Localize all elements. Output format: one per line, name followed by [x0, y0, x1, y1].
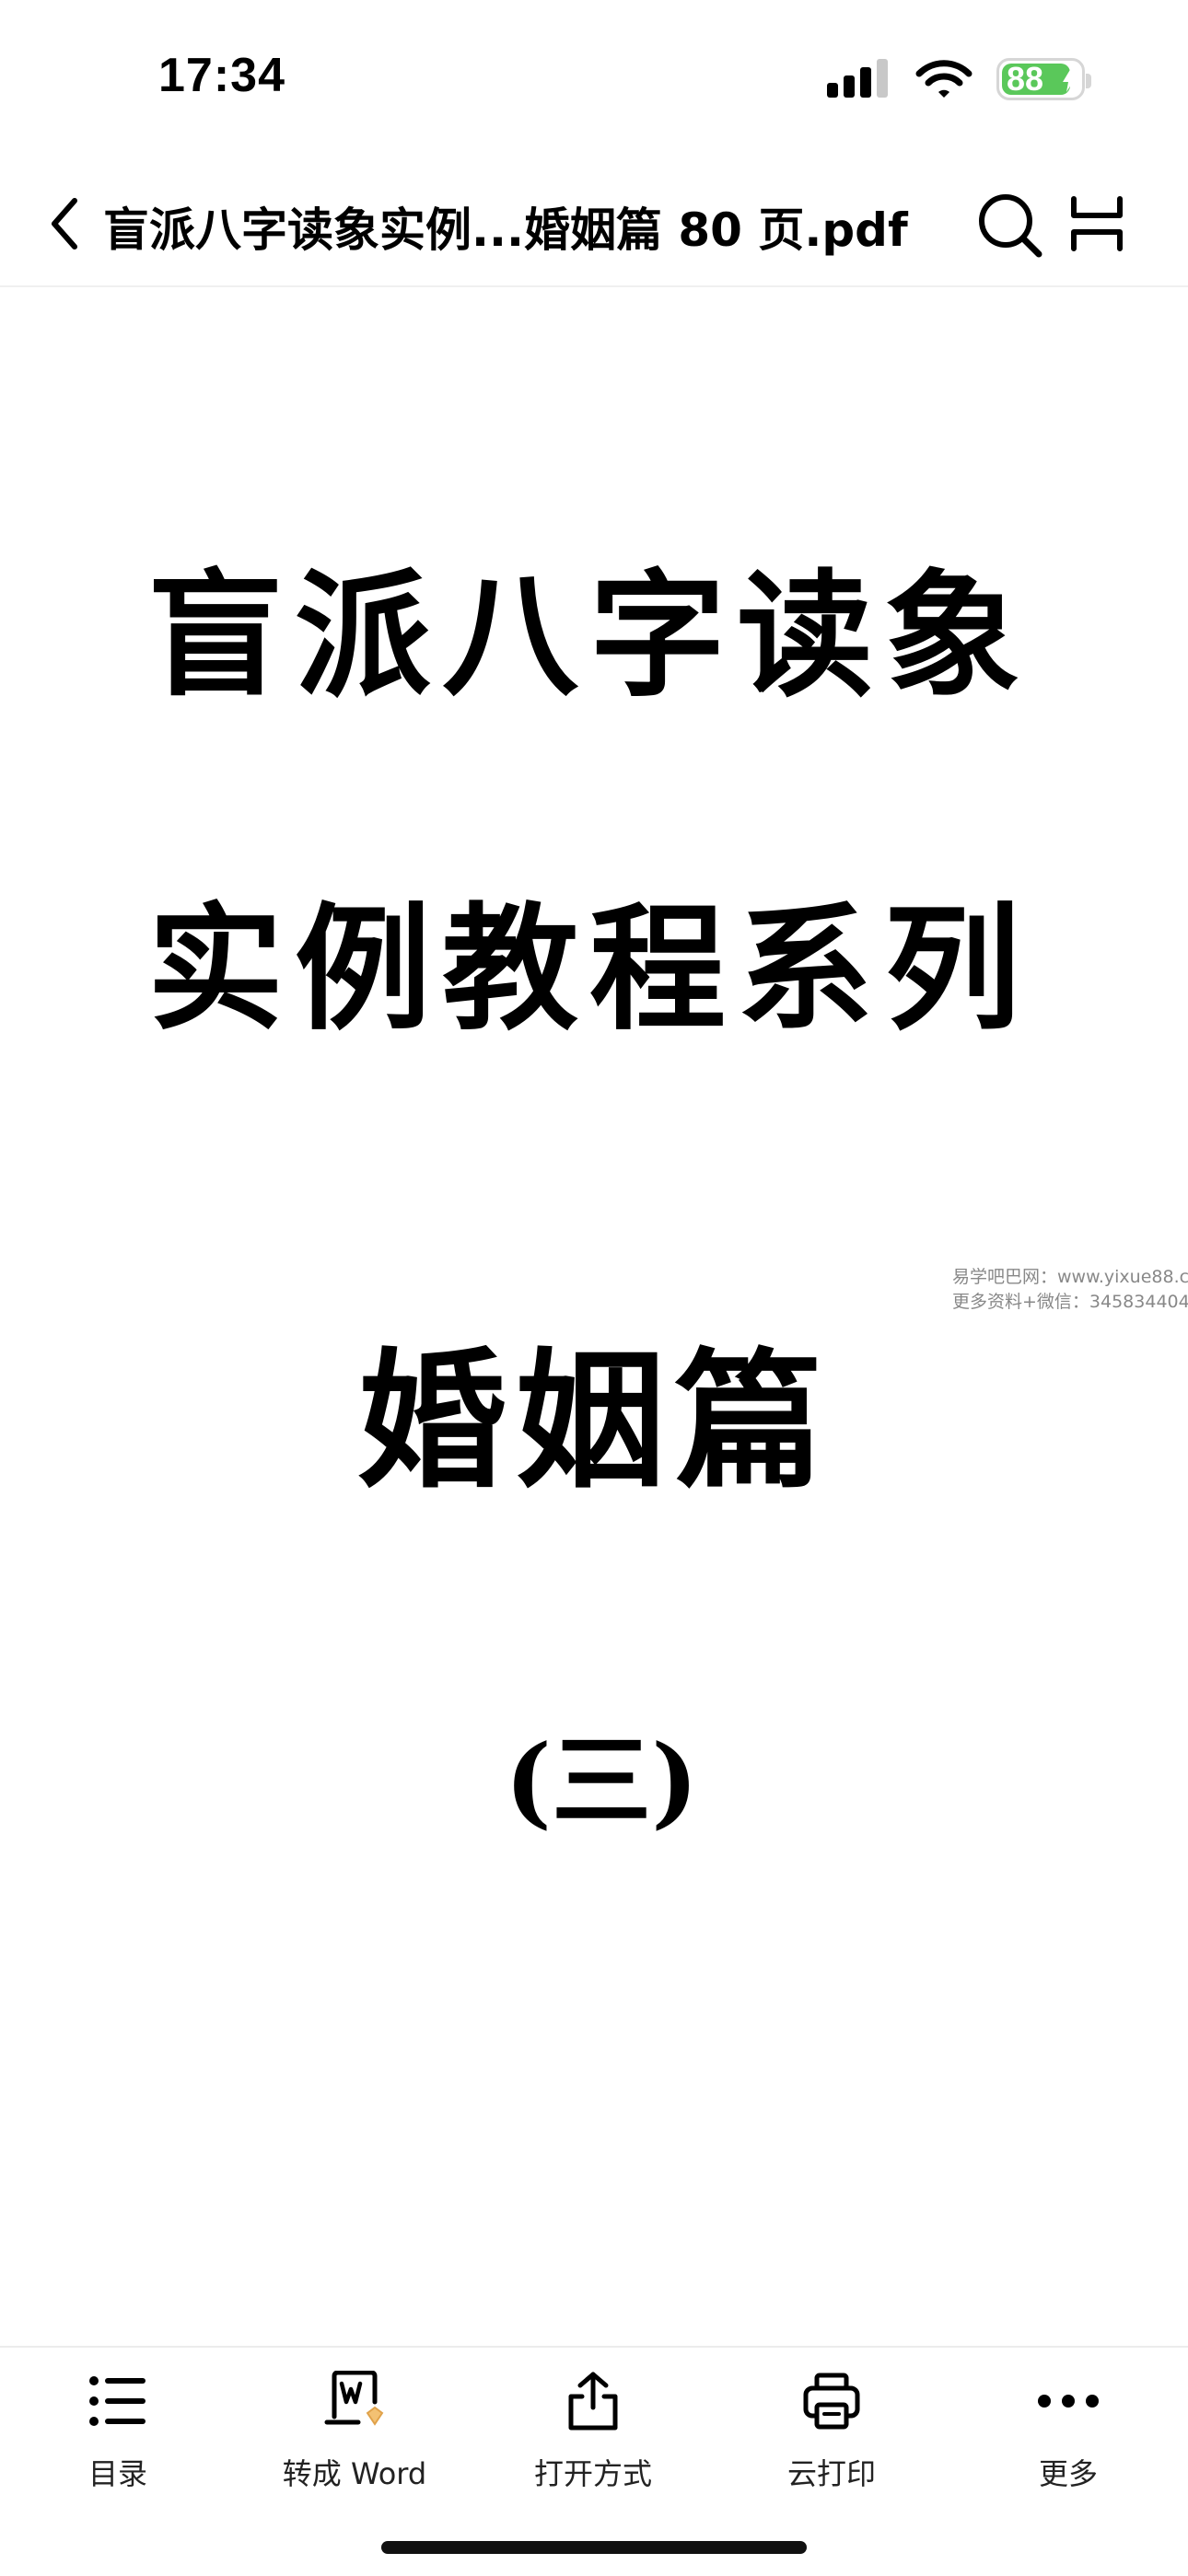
watermark: 易学吧巴网：www.yixue88.cn 更多资料+微信：3458344044 — [952, 1265, 1188, 1315]
cover-subtitle: 婚姻篇 — [357, 1334, 833, 1509]
status-bar: 17:34 88 — [0, 0, 1188, 157]
search-button[interactable] — [974, 190, 1046, 261]
convert-word-label: 转成 Word — [282, 2456, 427, 2491]
back-button[interactable] — [37, 191, 92, 256]
more-icon — [1035, 2368, 1101, 2434]
cover-volume: (三) — [505, 1723, 699, 1839]
status-icons: 88 — [827, 57, 1091, 101]
wifi-icon — [915, 60, 973, 98]
signal-icon — [827, 59, 888, 98]
open-with-button[interactable]: 打开方式 — [492, 2364, 694, 2530]
watermark-line-2: 更多资料+微信：3458344044 — [952, 1292, 1188, 1312]
convert-word-button[interactable]: 转成 Word — [253, 2364, 456, 2530]
cloud-print-button[interactable]: 云打印 — [730, 2364, 933, 2530]
open-with-label: 打开方式 — [533, 2456, 652, 2491]
outline-button[interactable] — [1068, 195, 1125, 252]
list-icon — [85, 2368, 151, 2434]
cloud-print-label: 云打印 — [786, 2456, 876, 2491]
charging-bolt-icon — [1063, 68, 1076, 92]
nav-bar: 盲派八字读象实例...婚姻篇 80 页.pdf — [0, 166, 1188, 287]
more-button[interactable]: 更多 — [967, 2364, 1170, 2530]
battery-icon: 88 — [996, 58, 1091, 100]
chevron-left-icon — [52, 198, 77, 249]
share-icon — [560, 2368, 626, 2434]
search-icon — [979, 194, 1042, 258]
toc-label: 目录 — [87, 2456, 147, 2491]
battery-percent: 88 — [1007, 60, 1044, 98]
cover-title-line-1: 盲派八字读象 — [147, 555, 1031, 715]
toc-button[interactable]: 目录 — [17, 2364, 219, 2530]
more-label: 更多 — [1038, 2456, 1098, 2491]
document-title: 盲派八字读象实例...婚姻篇 80 页.pdf — [103, 203, 908, 257]
outline-icon — [1071, 196, 1123, 251]
pdf-page[interactable]: 盲派八字读象 实例教程系列 婚姻篇 (三) 易学吧巴网：www.yixue88.… — [0, 287, 1188, 2340]
watermark-line-1: 易学吧巴网：www.yixue88.cn — [952, 1267, 1188, 1287]
status-time: 17:34 — [158, 49, 285, 102]
battery-cap — [1086, 74, 1091, 88]
word-convert-icon — [321, 2368, 388, 2434]
home-indicator[interactable] — [381, 2541, 807, 2554]
cover-title-line-2: 实例教程系列 — [147, 888, 1031, 1049]
printer-icon — [798, 2368, 865, 2434]
